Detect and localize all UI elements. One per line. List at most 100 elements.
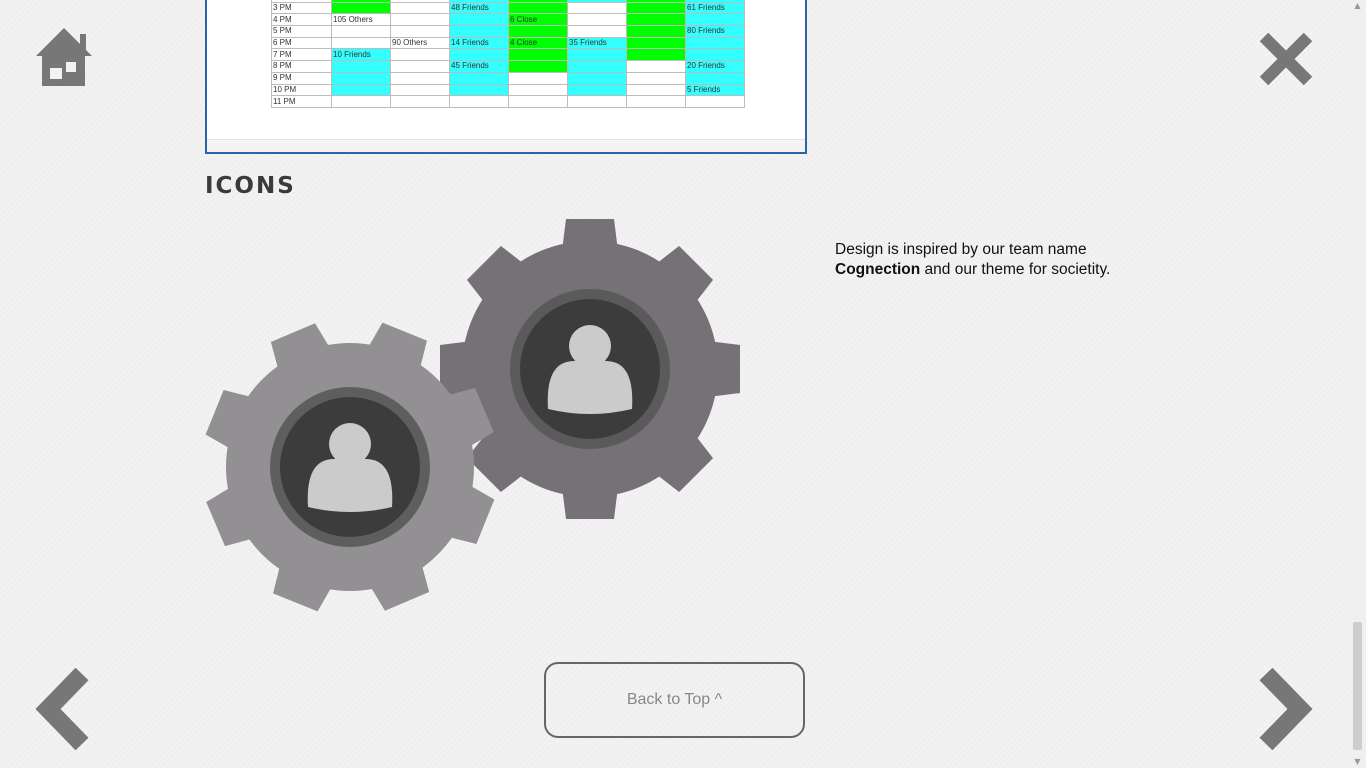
- schedule-cell: [508, 95, 568, 108]
- schedule-cell: [685, 36, 745, 50]
- home-icon: [36, 28, 92, 86]
- scroll-thumb[interactable]: [1353, 622, 1362, 750]
- schedule-cell: [390, 71, 450, 85]
- back-to-top-button[interactable]: Back to Top ^: [544, 662, 805, 738]
- vertical-scrollbar[interactable]: ▲ ▼: [1349, 0, 1366, 768]
- schedule-cell: [508, 60, 568, 73]
- schedule-cell: 5 Friends: [685, 83, 745, 97]
- description-line2: and our theme for societity.: [920, 261, 1111, 278]
- schedule-time: 8 PM: [271, 60, 332, 73]
- scroll-up-icon[interactable]: ▲: [1349, 0, 1366, 12]
- gear-person-icon: [205, 219, 740, 612]
- schedule-time: 6 PM: [271, 36, 332, 50]
- schedule-row: 8 PM 45 Friends 20 Friends: [271, 60, 745, 73]
- home-button[interactable]: [36, 28, 92, 88]
- schedule-cell: [567, 60, 627, 73]
- schedule-cell: [449, 25, 509, 38]
- schedule-time: 9 PM: [271, 71, 332, 85]
- schedule-cell: [331, 36, 391, 50]
- schedule-cell: 80 Friends: [685, 25, 745, 38]
- schedule-cell: [567, 25, 627, 38]
- schedule-cell: 105 Others: [331, 13, 391, 27]
- schedule-cell: [626, 48, 686, 62]
- schedule-cell: [390, 13, 450, 27]
- scroll-down-icon[interactable]: ▼: [1349, 756, 1366, 768]
- schedule-cell: [331, 95, 391, 108]
- schedule-cell: [449, 83, 509, 97]
- schedule-cell: [567, 71, 627, 85]
- schedule-cell: [626, 25, 686, 38]
- schedule-cell: [567, 13, 627, 27]
- schedule-row: 5 PM 80 Friends: [271, 25, 745, 38]
- schedule-row: 10 PM 5 Friends: [271, 83, 745, 97]
- schedule-cell: [508, 1, 568, 15]
- schedule-cell: [567, 48, 627, 62]
- panel-footer-strip: [207, 139, 805, 152]
- schedule-cell: [390, 25, 450, 38]
- design-description: Design is inspired by our team name Cogne…: [835, 240, 1165, 280]
- schedule-cell: [390, 83, 450, 97]
- schedule-cell: [567, 83, 627, 97]
- description-line1: Design is inspired by our team name: [835, 241, 1087, 258]
- schedule-cell: [567, 95, 627, 108]
- schedule-cell: [390, 95, 450, 108]
- schedule-row: 11 PM: [271, 95, 745, 108]
- schedule-cell: [390, 60, 450, 73]
- schedule-cell: [390, 1, 450, 15]
- schedule-cell: [331, 25, 391, 38]
- schedule-cell: [331, 83, 391, 97]
- schedule-cell: 10 Friends: [331, 48, 391, 62]
- schedule-cell: [449, 48, 509, 62]
- schedule-cell: [626, 60, 686, 73]
- schedule-cell: 35 Friends: [567, 36, 627, 50]
- schedule-cell: [449, 13, 509, 27]
- schedule-cell: [626, 13, 686, 27]
- schedule-cell: [508, 71, 568, 85]
- schedule-time: 4 PM: [271, 13, 332, 27]
- schedule-cell: [626, 1, 686, 15]
- schedule-cell: [626, 95, 686, 108]
- section-title: ICONS: [205, 173, 296, 199]
- schedule-cell: [685, 71, 745, 85]
- schedule-cell: 6 Close: [508, 13, 568, 27]
- schedule-cell: [626, 36, 686, 50]
- schedule-time: 10 PM: [271, 83, 332, 97]
- schedule-row: 6 PM 90 Others 14 Friends 4 Close 35 Friends: [271, 36, 745, 50]
- schedule-cell: [626, 83, 686, 97]
- schedule-screenshot: 2 PM58 Friends3 PM48 Friends61 Friends4 …: [205, 0, 807, 154]
- schedule-cell: 14 Friends: [449, 36, 509, 50]
- schedule-cell: [626, 71, 686, 85]
- schedule-row: 4 PM 105 Others 6 Close: [271, 13, 745, 27]
- schedule-cell: [685, 13, 745, 27]
- schedule-cell: [449, 95, 509, 108]
- schedule-cell: [508, 83, 568, 97]
- schedule-cell: 20 Friends: [685, 60, 745, 73]
- schedule-cell: 48 Friends: [449, 1, 509, 15]
- schedule-cell: [508, 48, 568, 62]
- schedule-row: 7 PM 10 Friends: [271, 48, 745, 62]
- previous-button[interactable]: [34, 667, 92, 751]
- back-to-top-label: Back to Top ^: [626, 691, 723, 708]
- schedule-time: 7 PM: [271, 48, 332, 62]
- schedule-cell: [567, 1, 627, 15]
- schedule-cell: [331, 60, 391, 73]
- schedule-cell: [449, 71, 509, 85]
- schedule-time: 3 PM: [271, 1, 332, 15]
- schedule-cell: [685, 48, 745, 62]
- close-button[interactable]: [1256, 30, 1316, 88]
- schedule-cell: 45 Friends: [449, 60, 509, 73]
- schedule-cell: 90 Others: [390, 36, 450, 50]
- schedule-cell: 4 Close: [508, 36, 568, 50]
- team-name: Cognection: [835, 261, 921, 278]
- schedule-row: 3 PM 48 Friends 61 Friends: [271, 1, 745, 15]
- large-gear-icon: [440, 219, 740, 519]
- schedule-cell: [685, 95, 745, 108]
- schedule-table: 2 PM58 Friends3 PM48 Friends61 Friends4 …: [271, 0, 745, 108]
- schedule-cell: [331, 71, 391, 85]
- chevron-left-icon: [35, 667, 89, 751]
- schedule-time: 5 PM: [271, 25, 332, 38]
- schedule-cell: [390, 48, 450, 62]
- next-button[interactable]: [1256, 667, 1314, 751]
- schedule-row: 9 PM: [271, 71, 745, 85]
- close-icon: [1259, 32, 1313, 86]
